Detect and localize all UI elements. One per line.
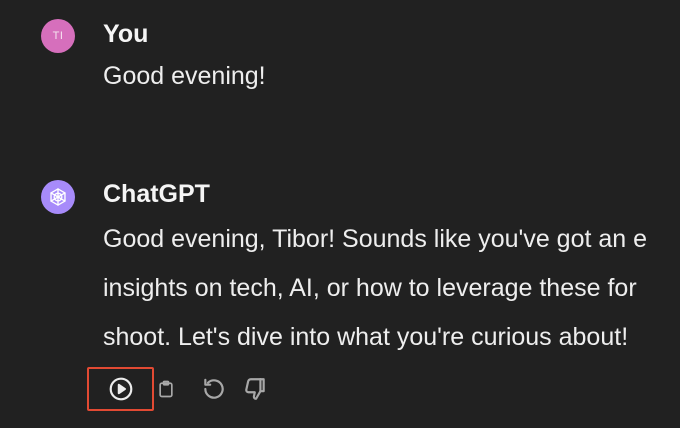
- assistant-message-text: Good evening, Tibor! Sounds like you've …: [103, 224, 680, 371]
- refresh-icon: [204, 378, 224, 399]
- assistant-avatar: [41, 180, 75, 214]
- assistant-author-name: ChatGPT: [103, 180, 210, 208]
- bad-response-button[interactable]: [237, 367, 273, 411]
- assistant-text-line: insights on tech, AI, or how to leverage…: [103, 274, 637, 302]
- clipboard-icon: [159, 380, 173, 398]
- assistant-text-line: shoot. Let's dive into what you're curio…: [103, 323, 629, 351]
- regenerate-button[interactable]: [196, 367, 232, 411]
- user-message-text: Good evening!: [103, 62, 266, 90]
- read-aloud-button[interactable]: [87, 367, 154, 411]
- copy-button[interactable]: [156, 367, 176, 411]
- user-author-name: You: [103, 20, 149, 48]
- assistant-text-line: Good evening, Tibor! Sounds like you've …: [103, 225, 648, 253]
- message-action-bar: [87, 366, 273, 412]
- user-avatar: TI: [41, 19, 75, 53]
- chat-window: TI You Good evening! ChatGPT Good evenin…: [0, 0, 680, 428]
- openai-logo-icon: [50, 188, 66, 206]
- thumbs-down-icon: [245, 378, 265, 400]
- user-avatar-initials: TI: [52, 30, 64, 42]
- play-circle-icon: [109, 377, 132, 401]
